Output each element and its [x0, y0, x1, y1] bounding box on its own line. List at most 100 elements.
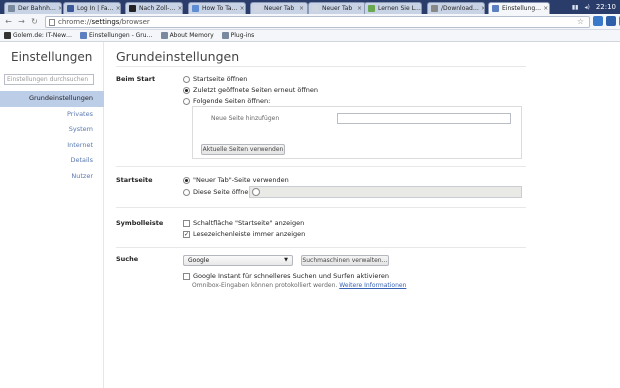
section-label: Suche [116, 255, 139, 263]
homepage-option[interactable]: Diese Seite öffnen: [183, 188, 255, 196]
add-page-input[interactable] [337, 113, 511, 124]
tab-close-icon[interactable]: × [175, 5, 182, 12]
sidebar-item-internet[interactable]: Internet [0, 138, 104, 154]
settings-nav: Grundeinstellungen Privates System Internet… [0, 91, 104, 184]
checkbox[interactable] [183, 272, 190, 280]
google-instant-option[interactable]: Google Instant für schnelleres Suchen un… [183, 272, 389, 280]
bookmark-label: Golem.de: IT-New… [13, 32, 72, 39]
radio-button[interactable] [183, 86, 190, 94]
clock: 22:10 [595, 3, 616, 11]
startup-option[interactable]: Startseite öffnen [183, 75, 247, 83]
browser-tab[interactable]: Log In | Fa… × [63, 2, 121, 14]
learn-more-link[interactable]: Weitere Informationen [339, 282, 406, 289]
sidebar-item-nutzer[interactable]: Nutzer [0, 169, 104, 185]
extension-icon[interactable] [606, 16, 616, 26]
browser-toolbar: ← → ↻ chrome://settings/browser ☆ [0, 14, 620, 30]
browser-tab[interactable]: Nach Zoll-… × [125, 2, 183, 14]
browser-tab[interactable]: Neuer Tab × [308, 2, 366, 14]
network-icon[interactable]: ▮▮ [572, 4, 579, 11]
tab-label: How To Ta… [202, 5, 238, 12]
browser-tab[interactable]: Der Bahnh…× [4, 2, 62, 14]
tab-close-icon[interactable]: × [421, 5, 422, 12]
tab-label: Nach Zoll-… [139, 5, 176, 12]
radio-button[interactable] [183, 75, 190, 83]
extensions-area [593, 16, 620, 26]
tab-close-icon[interactable]: × [114, 5, 120, 12]
window-controls: ▮▮ ◂) 22:10 [572, 0, 620, 14]
sidebar-item-details[interactable]: Details [0, 153, 104, 169]
startup-option[interactable]: Folgende Seiten öffnen: [183, 97, 270, 105]
tab-close-icon[interactable]: × [297, 5, 304, 12]
section-search: Suche Google ▼ Suchmaschinen verwalten… … [116, 248, 526, 300]
section-startup: Beim Start Startseite öffnen Zuletzt geö… [116, 67, 526, 167]
bookmark-item[interactable]: Einstellungen - Gru… [80, 32, 153, 39]
bookmark-label: About Memory [169, 32, 214, 39]
section-label: Beim Start [116, 75, 156, 83]
browser-tab[interactable]: Lernen Sie L…× [364, 2, 422, 14]
section-homepage: Startseite "Neuer Tab"-Seite verwenden D… [116, 167, 526, 208]
bookmark-favicon-icon [4, 32, 11, 39]
add-page-label: Neue Seite hinzufügen [211, 115, 280, 122]
bookmark-item[interactable]: Golem.de: IT-New… [4, 32, 72, 39]
url-host: chrome:// [58, 18, 92, 26]
search-note: Omnibox-Eingaben können protokolliert we… [192, 282, 407, 289]
tab-label: Der Bahnh… [18, 5, 56, 12]
tab-favicon-icon [8, 5, 15, 12]
sidebar-title: Einstellungen [11, 50, 93, 64]
tab-label: Lernen Sie L… [378, 5, 421, 12]
page-title: Grundeinstellungen [116, 42, 526, 67]
radio-button[interactable] [183, 176, 190, 184]
tab-close-icon[interactable]: × [355, 5, 362, 12]
volume-icon[interactable]: ◂) [584, 4, 589, 11]
tab-close-icon[interactable]: × [238, 5, 245, 12]
tab-favicon-icon [431, 5, 438, 12]
reload-button[interactable]: ↻ [29, 16, 40, 27]
tab-favicon-icon [192, 5, 199, 12]
tab-favicon-icon [254, 5, 261, 12]
checkbox[interactable] [183, 219, 190, 227]
forward-button[interactable]: → [16, 16, 27, 27]
sidebar-item-system[interactable]: System [0, 122, 104, 138]
search-engine-select[interactable]: Google ▼ [183, 255, 293, 266]
tab-close-icon[interactable]: × [56, 5, 61, 12]
startup-pages-box: Neue Seite hinzufügen Aktuelle Seiten ve… [192, 106, 522, 159]
section-toolbar: Symbolleiste Schaltfläche "Startseite" a… [116, 208, 526, 248]
tab-favicon-icon [129, 5, 136, 12]
sidebar-item-grundeinstellungen[interactable]: Grundeinstellungen [0, 91, 104, 107]
homepage-url-input[interactable] [249, 186, 522, 198]
sidebar-item-privates[interactable]: Privates [0, 107, 104, 123]
tab-close-icon[interactable]: × [479, 5, 484, 12]
tab-favicon-icon [67, 5, 74, 12]
bookmark-item[interactable]: About Memory [160, 32, 214, 39]
tab-close-icon[interactable]: × [541, 5, 548, 12]
startup-option[interactable]: Zuletzt geöffnete Seiten erneut öffnen [183, 86, 318, 94]
homepage-option[interactable]: "Neuer Tab"-Seite verwenden [183, 176, 289, 184]
globe-icon [252, 188, 260, 196]
radio-button[interactable] [183, 188, 190, 196]
tab-label: Einstellung… [502, 5, 542, 12]
settings-search-input[interactable]: Einstellungen durchsuchen [4, 74, 94, 85]
tab-label: Log In | Fa… [77, 5, 114, 12]
manage-search-engines-button[interactable]: Suchmaschinen verwalten… [301, 255, 389, 266]
extension-icon[interactable] [593, 16, 603, 26]
bookmark-favicon-icon [221, 32, 229, 39]
address-bar[interactable]: chrome://settings/browser ☆ [45, 16, 590, 28]
tab-label: Neuer Tab [264, 5, 295, 12]
bookmark-star-icon[interactable]: ☆ [577, 17, 584, 27]
browser-tab[interactable]: How To Ta… × [188, 2, 246, 14]
tab-strip: Der Bahnh…×Log In | Fa…×Nach Zoll-…×How … [0, 0, 620, 14]
browser-tab[interactable]: /Download…× [427, 2, 485, 14]
show-home-button-option[interactable]: Schaltfläche "Startseite" anzeigen [183, 219, 304, 227]
browser-tab[interactable]: Neuer Tab × [250, 2, 308, 14]
checkbox[interactable]: ✓ [183, 230, 190, 238]
radio-button[interactable] [183, 97, 190, 105]
browser-tab[interactable]: Einstellung… × [488, 2, 550, 14]
back-button[interactable]: ← [3, 16, 14, 27]
bookmark-item[interactable]: Plug-ins [221, 32, 255, 39]
use-current-pages-button[interactable]: Aktuelle Seiten verwenden [201, 144, 285, 155]
tab-label: Neuer Tab [322, 5, 353, 12]
show-bookmarks-bar-option[interactable]: ✓ Lesezeichenleiste immer anzeigen [183, 230, 305, 238]
tab-favicon-icon [368, 5, 375, 12]
bookmark-label: Plug-ins [230, 32, 255, 39]
page-icon [49, 19, 55, 26]
